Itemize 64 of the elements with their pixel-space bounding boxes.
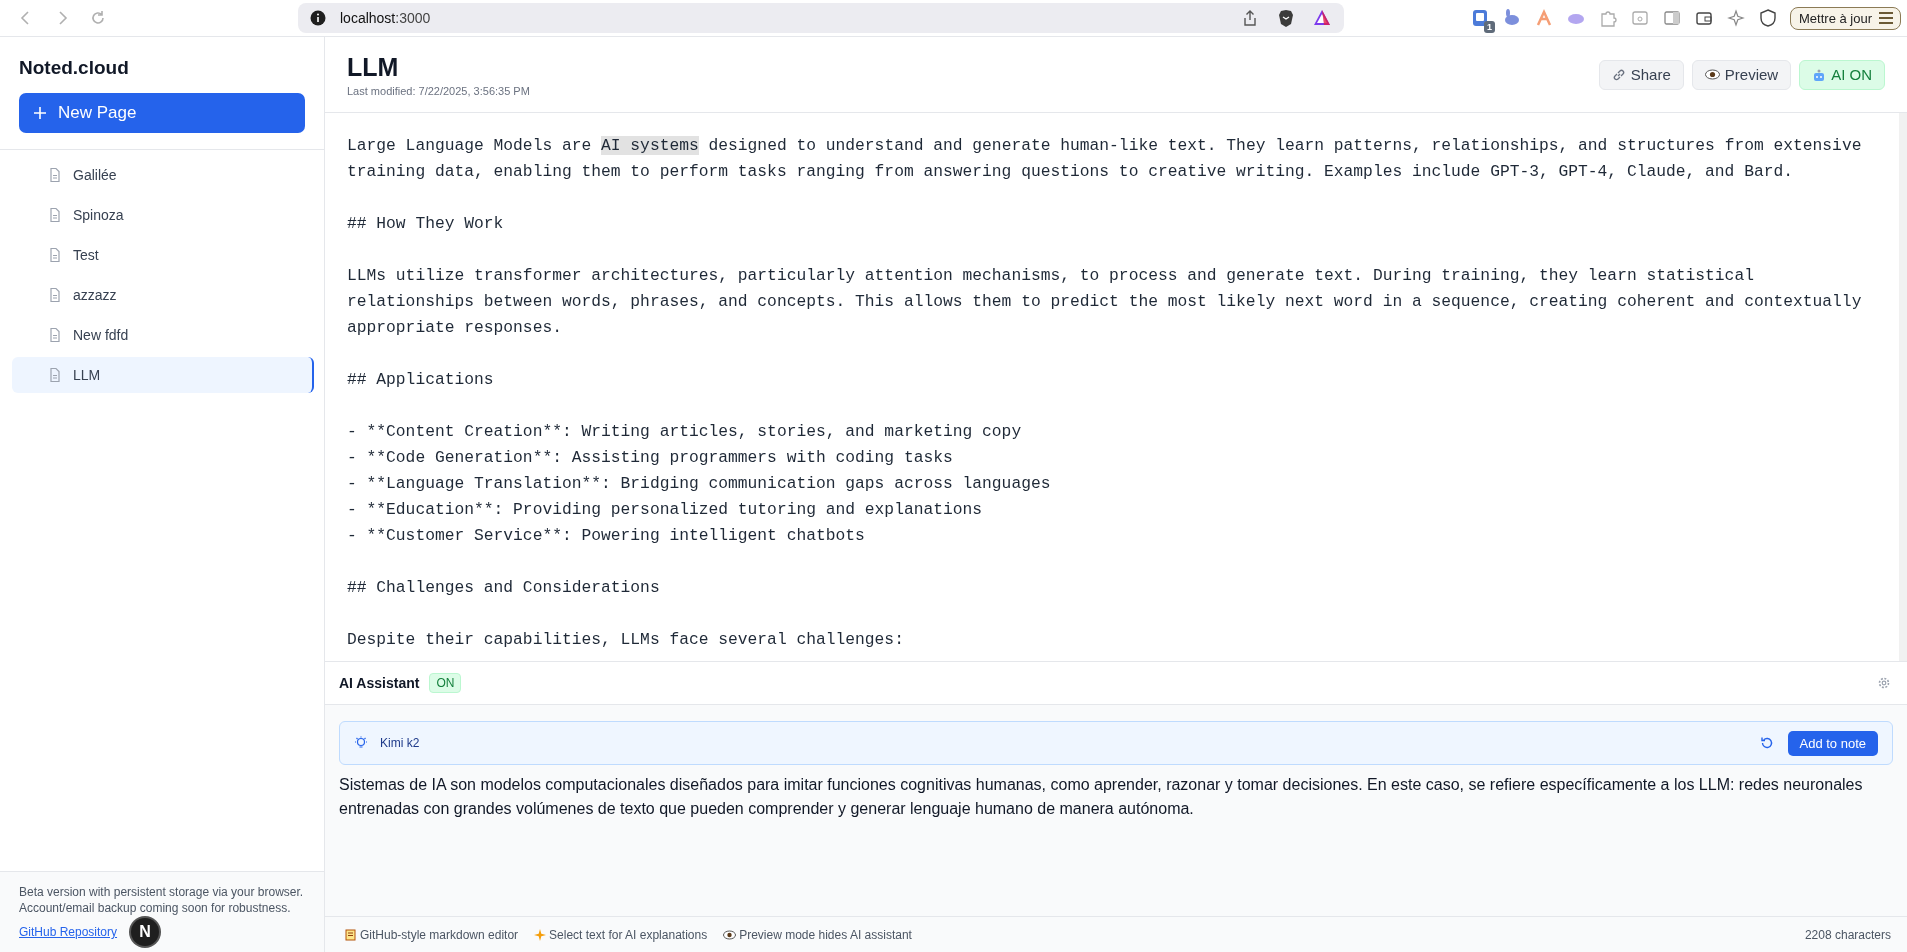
document-icon [47,207,63,223]
shield-icon[interactable] [1758,8,1778,28]
editor-line: ## Challenges and Considerations [347,577,661,599]
page-item[interactable]: Galilée [12,157,314,193]
document-icon [47,247,63,263]
model-name: Kimi k2 [380,736,420,750]
document-icon [47,327,63,343]
robot-icon [1812,67,1827,82]
page-item[interactable]: azzazz [12,277,314,313]
sparkle-icon[interactable] [1726,8,1746,28]
editor-paragraph: Large Language Models are AI systems designed to understand and generate human-like text. They learn patterns, relationships, and structures from extensive training data, enabling them to perform tasks ranging from answering questions to creative writing. Examples include GPT-3, GPT-4, Claude, and Bard. [347,135,1863,183]
refresh-icon[interactable] [1759,736,1774,750]
document-icon [47,367,63,383]
add-to-note-button[interactable]: Add to note [1787,730,1878,756]
assistant-title: AI Assistant [339,675,420,691]
editor-line: - **Code Generation**: Assisting programmers with coding tasks [347,447,954,469]
memo-icon [345,928,357,941]
page-item[interactable]: New fdfd [12,317,314,353]
plus-icon [34,107,46,119]
status-hint: Preview mode hides AI assistant [739,927,912,942]
editor-line: - **Education**: Providing personalized tutoring and explanations [347,499,984,521]
editor-line: ## Applications [347,369,495,391]
repository-link[interactable]: GitHub Repository [19,924,118,940]
sparkle-icon [534,928,547,941]
app-name: Noted.cloud [18,56,130,79]
last-modified: Last modified: 7/22/2025, 3:56:35 PM [347,85,530,97]
menu-icon [1878,11,1894,25]
eye-icon [1704,69,1720,80]
status-hint: Select text for AI explanations [549,927,708,942]
editor-line: LLMs utilize transformer architectures, particularly attention mechanisms, to process and generate text. During training, they learn statistical relationships between words, phrases, and concepts. This allows them to predict the most likely next word in a sequence, creating coherent and contextually appropriate responses. [347,265,1863,339]
puzzle-icon[interactable] [1598,8,1618,28]
document-icon [47,287,63,303]
notification-badge: 1 [1484,21,1495,33]
character-count: 2208 characters [1804,927,1891,942]
extension-icon[interactable] [1470,8,1490,28]
editor-line: - **Language Translation**: Bridging communication gaps across languages [347,473,1052,495]
editor-line: - **Customer Service**: Powering intelligent chatbots [347,525,866,547]
status-hint: GitHub-style markdown editor [360,927,519,942]
share-button[interactable]: Share [1598,59,1684,90]
new-page-button[interactable]: New Page [19,93,305,133]
eye-icon [723,929,737,940]
link-icon [1611,67,1626,82]
settings-icon[interactable] [1877,676,1891,690]
page-item[interactable]: Spinoza [12,197,314,233]
ai-button[interactable]: AI ON [1799,59,1885,90]
assistant-answer: Sistemas de IA son modelos computacionales diseñados para imitar funciones cognitivas humanas, como aprender, razonar y tomar decisiones. En este caso, se refiere específicamente a los LLM: redes neuronales entrenadas con grandes volúmenes de texto que pueden comprender y generar lenguaje humano de manera autónoma. [339,775,1864,819]
editor-line: ## How They Work [347,213,505,235]
lightbulb-icon [354,736,368,750]
sidebar-icon[interactable] [1662,8,1682,28]
triangle-icon[interactable] [1312,8,1332,28]
window-icon[interactable] [1630,8,1650,28]
page-item[interactable]: LLM [12,357,314,393]
status-badge: ON [429,673,462,693]
page-item[interactable]: Test [12,237,314,273]
info-icon[interactable] [310,10,326,26]
address-text[interactable]: localhost:3000 [340,10,431,26]
editor-line: Despite their capabilities, LLMs face several challenges: [347,629,905,651]
page-title: LLM [347,52,400,82]
update-button[interactable]: Mettre à jour [1790,6,1901,30]
dev-badge[interactable]: N [131,918,160,946]
beta-note: Beta version with persistent storage via your browser. Account/email backup coming soon for robustness. [19,884,305,916]
editor-line: - **Content Creation**: Writing articles, stories, and marketing copy [347,421,1023,443]
preview-button[interactable]: Preview [1691,59,1792,90]
document-icon [47,167,63,183]
